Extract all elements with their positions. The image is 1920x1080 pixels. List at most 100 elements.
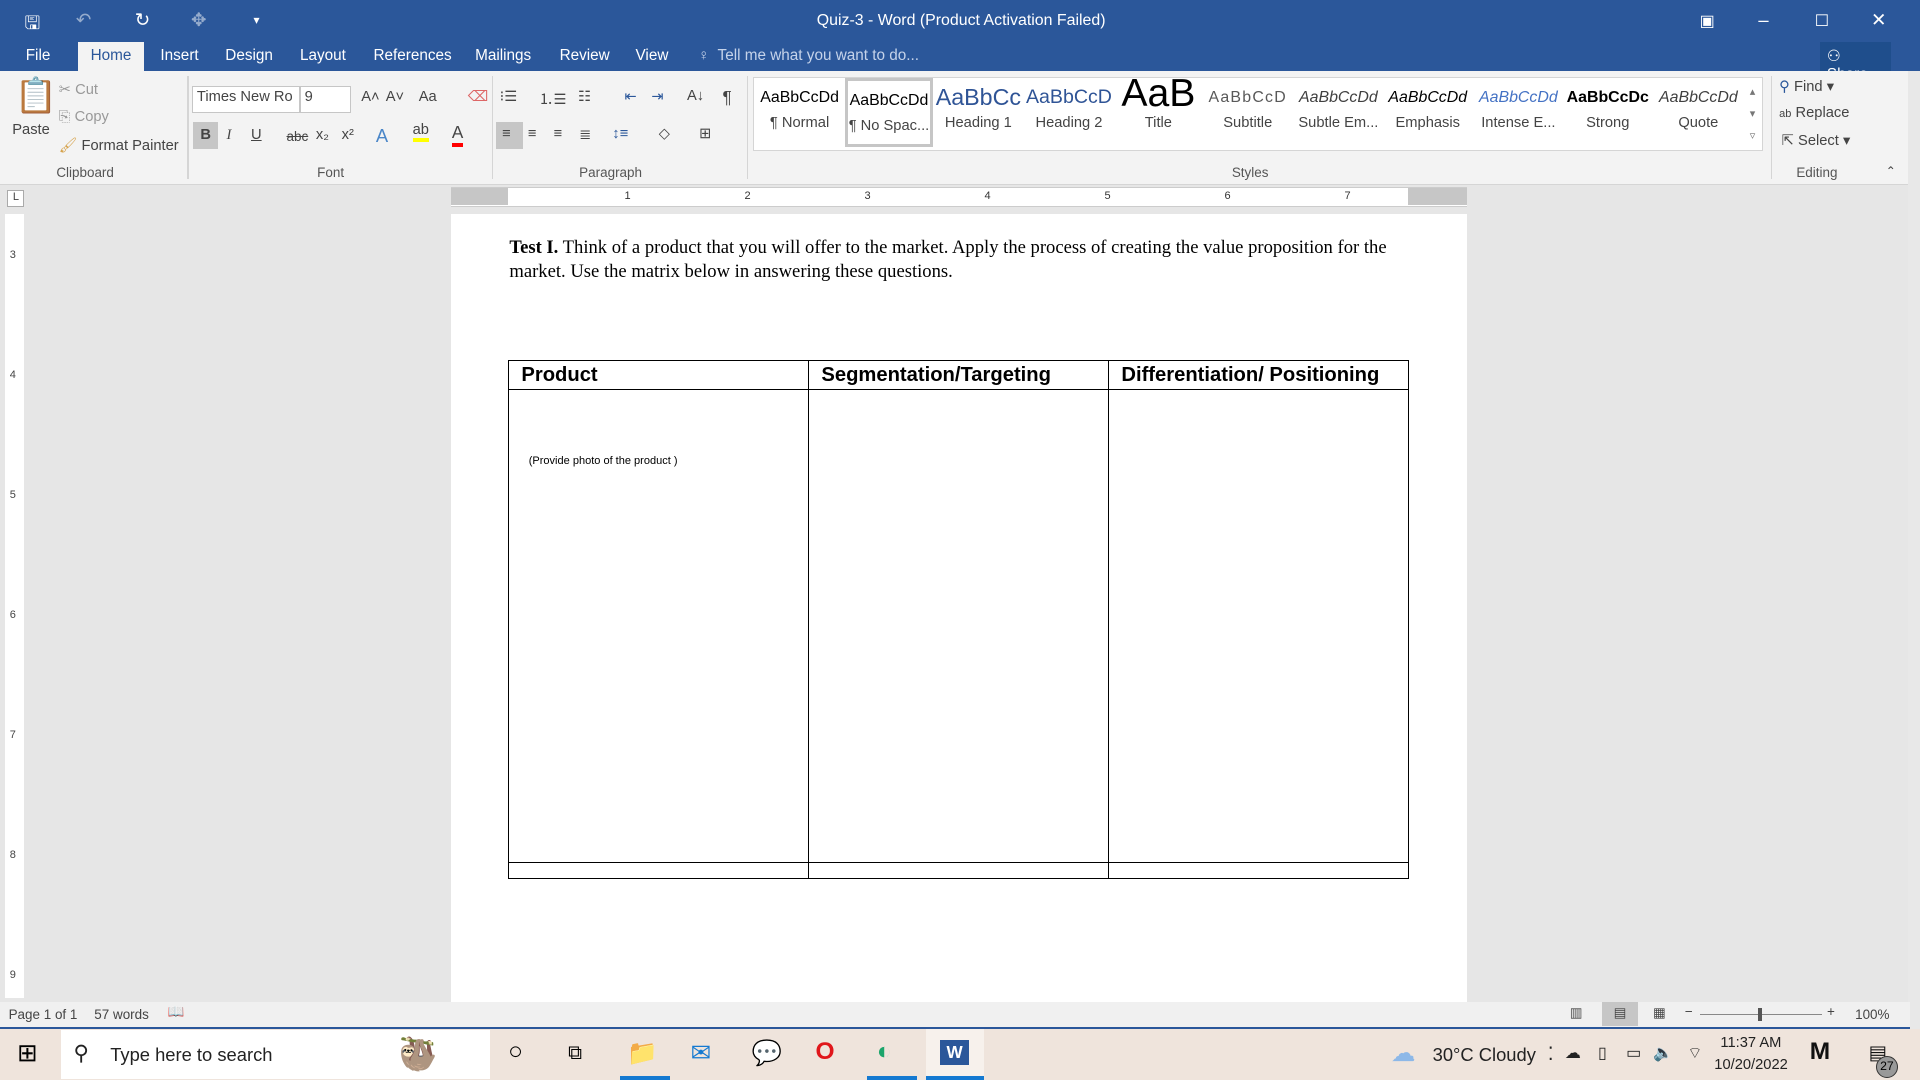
proofing-icon[interactable]: 📖 [168,1004,185,1020]
tab-file[interactable]: File [26,47,51,65]
tell-me-input[interactable]: Tell me what you want to do... [718,47,920,65]
style-heading-2[interactable]: AaBbCcD Heading 2 [1025,78,1113,147]
format-painter-button[interactable]: 🖌 Format Painter [59,136,179,154]
undo-icon[interactable]: ↶ [76,9,91,31]
save-icon[interactable]: 🖫 [24,9,40,41]
highlight-icon[interactable]: ab [412,122,429,143]
paste-button[interactable]: Paste [12,122,50,138]
tab-selector-icon[interactable]: L [7,189,25,207]
windows-start-icon[interactable]: ⊞ [17,1038,38,1068]
text-effects-icon[interactable]: A [376,125,388,147]
table-cell[interactable] [1108,862,1410,879]
task-view-icon[interactable]: ⧉ [568,1042,582,1065]
align-center-icon[interactable]: ≡ [528,126,537,142]
style-emphasis[interactable]: AaBbCcDd Emphasis [1384,78,1472,147]
superscript-button[interactable]: x² [342,127,354,143]
tab-review[interactable]: Review [560,47,610,65]
edge-icon[interactable]: ◐ [877,1038,892,1066]
app-m-icon[interactable]: M [1810,1038,1830,1066]
style-normal[interactable]: AaBbCcDd ¶ Normal [756,78,844,147]
customize-icon[interactable]: ▾ [253,13,259,27]
share-button[interactable]: ⚇ Share [1819,41,1891,83]
onedrive-icon[interactable]: ☁ [1565,1043,1581,1063]
weather-text[interactable]: 30°C Cloudy [1433,1044,1536,1066]
style-intense-emphasis[interactable]: AaBbCcDd Intense E... [1474,78,1562,147]
cortana-icon[interactable]: ○ [508,1038,523,1066]
style-subtitle[interactable]: AaBbCcD Subtitle [1204,78,1292,147]
subscript-button[interactable]: x₂ [316,127,329,143]
strikethrough-button[interactable]: abc [287,129,309,144]
tab-mailings[interactable]: Mailings [475,47,531,65]
maximize-button[interactable]: ☐ [1815,11,1829,31]
web-layout-icon[interactable]: ▦ [1653,1005,1666,1021]
document-page[interactable]: Test I. Think of a product that you will… [450,214,1467,1002]
cut-button[interactable]: ✂ Cut [59,81,98,98]
select-button[interactable]: ⇱ Select ▾ [1782,132,1851,149]
replace-button[interactable]: ab Replace [1779,105,1849,121]
style-no-spacing[interactable]: AaBbCcDd ¶ No Spac... [844,78,934,147]
word-taskbar-button[interactable]: W [925,1028,985,1080]
meet-now-icon[interactable]: ▯ [1598,1043,1607,1063]
table-cell[interactable] [808,862,1110,879]
header-differentiation[interactable]: Differentiation/ Positioning [1108,359,1410,391]
more-icon[interactable]: ⁚ [1548,1043,1554,1065]
underline-button[interactable]: U [251,127,262,143]
bold-button[interactable]: B [193,122,218,150]
copy-button[interactable]: ⎘ Copy [59,109,109,125]
zoom-out-button[interactable]: − [1685,1004,1693,1019]
numbering-icon[interactable]: ⒈☰ [539,88,567,109]
multilevel-list-icon[interactable]: ☷ [578,88,591,105]
italic-button[interactable]: I [227,127,232,144]
find-button[interactable]: ⚲ Find ▾ [1779,78,1834,95]
clock-date[interactable]: 10/20/2022 [1714,1057,1788,1073]
file-explorer-icon[interactable]: 📁 [627,1038,657,1068]
increase-indent-icon[interactable]: ⇥ [651,88,663,105]
header-segmentation[interactable]: Segmentation/Targeting [808,359,1110,391]
minimize-button[interactable]: – [1758,9,1768,31]
ribbon-display-icon[interactable]: ▣ [1700,11,1715,31]
messenger-icon[interactable]: 💬 [752,1038,782,1068]
grow-font-icon[interactable]: A˄ [361,89,379,105]
battery-icon[interactable]: ▭ [1626,1043,1641,1063]
show-marks-icon[interactable]: ¶ [722,87,731,108]
justify-icon[interactable]: ≣ [579,126,591,143]
page-count[interactable]: Page 1 of 1 [9,1007,78,1022]
line-spacing-icon[interactable]: ↕≡ [612,126,628,142]
align-left-icon[interactable]: ≡ [495,122,523,150]
vertical-ruler[interactable]: 3 4 5 6 7 8 9 [4,214,25,998]
paste-icon[interactable]: 📋 [15,76,58,116]
font-name-select[interactable]: Times New Ro [192,85,300,113]
bullets-icon[interactable]: ⁝☰ [500,88,518,105]
header-product[interactable]: Product [508,359,810,391]
opera-icon[interactable]: O [816,1038,835,1066]
zoom-in-button[interactable]: + [1827,1004,1835,1019]
zoom-slider-thumb[interactable] [1758,1007,1763,1022]
style-subtle-emphasis[interactable]: AaBbCcDd Subtle Em... [1294,78,1382,147]
table-cell[interactable] [508,862,810,879]
vertical-scrollbar[interactable] [1907,71,1920,1029]
volume-icon[interactable]: 🔈 [1653,1043,1673,1063]
tab-design[interactable]: Design [225,47,273,65]
style-quote[interactable]: AaBbCcDd Quote [1654,78,1742,147]
word-count[interactable]: 57 words [94,1007,149,1022]
product-cell[interactable]: (Provide photo of the product ) [508,389,810,863]
print-layout-icon[interactable]: ▤ [1601,1001,1639,1027]
clear-formatting-icon[interactable]: ⌫ [468,88,489,105]
mail-icon[interactable]: ✉ [691,1038,712,1068]
shrink-font-icon[interactable]: A˅ [386,89,404,105]
redo-icon[interactable]: ↻ [135,9,150,31]
horizontal-ruler[interactable]: 1 2 3 4 5 6 7 [450,187,1467,207]
touch-mode-icon[interactable]: ✥ [191,9,206,31]
tab-home[interactable]: Home [78,41,144,71]
collapse-ribbon-icon[interactable]: ⌃ [1886,164,1896,178]
zoom-level[interactable]: 100% [1855,1007,1889,1022]
wifi-icon[interactable]: ⌔ [1687,1043,1702,1063]
clock-time[interactable]: 11:37 AM [1720,1035,1781,1051]
tab-references[interactable]: References [373,47,451,65]
style-heading-1[interactable]: AaBbCc Heading 1 [934,78,1022,147]
shading-icon[interactable]: ◇ [659,125,670,142]
font-color-icon[interactable]: A [451,122,464,148]
taskbar-search[interactable]: ⚲ Type here to search 🦥 [61,1029,490,1079]
close-button[interactable]: ✕ [1871,9,1886,31]
style-title[interactable]: AaB Title [1114,78,1202,147]
